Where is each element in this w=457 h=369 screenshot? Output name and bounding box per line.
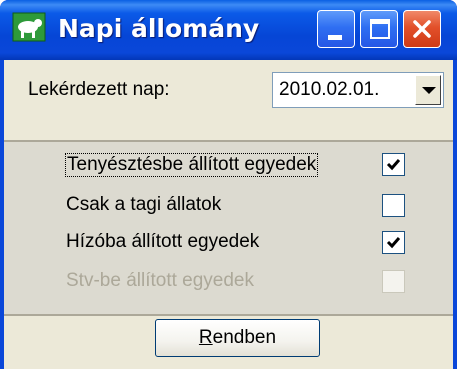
option-label-fattening[interactable]: Hízóba állított egyedek (66, 231, 259, 253)
chevron-down-icon[interactable] (415, 75, 441, 105)
ok-button[interactable]: Rendben (155, 319, 320, 357)
ok-button-label: endben (212, 327, 277, 348)
option-checkbox-breeding[interactable] (382, 153, 405, 176)
minimize-button[interactable] (317, 10, 355, 48)
window-title: Napi állomány (58, 14, 260, 43)
app-icon (12, 12, 46, 42)
ok-button-accelerator: R (198, 327, 213, 348)
checkmark-icon (386, 159, 401, 171)
title-bar[interactable]: Napi állomány (0, 0, 457, 60)
maximize-icon (370, 19, 390, 39)
checkmark-icon (386, 237, 401, 249)
dialog-client-area: Lekérdezett nap: 2010.02.01. Tenyésztésb… (4, 60, 453, 369)
date-value: 2010.02.01. (279, 79, 380, 100)
option-label-stv: Stv-be állított egyedek (66, 270, 254, 291)
option-label-breeding[interactable]: Tenyésztésbe állított egyedek (65, 153, 319, 177)
date-label: Lekérdezett nap: (28, 79, 170, 100)
option-label-member-animals[interactable]: Csak a tagi állatok (66, 194, 221, 216)
dialog-window: Napi állomány Lekérdezett nap: 2010.02.0… (0, 0, 457, 369)
window-frame-right (453, 60, 457, 369)
date-combobox[interactable]: 2010.02.01. (272, 72, 444, 108)
maximize-button[interactable] (360, 10, 398, 48)
option-checkbox-stv (382, 270, 405, 293)
option-checkbox-fattening[interactable] (382, 231, 405, 254)
option-checkbox-member-animals[interactable] (382, 194, 405, 217)
close-button[interactable] (403, 10, 441, 48)
close-icon (413, 20, 431, 38)
minimize-icon (328, 35, 342, 40)
